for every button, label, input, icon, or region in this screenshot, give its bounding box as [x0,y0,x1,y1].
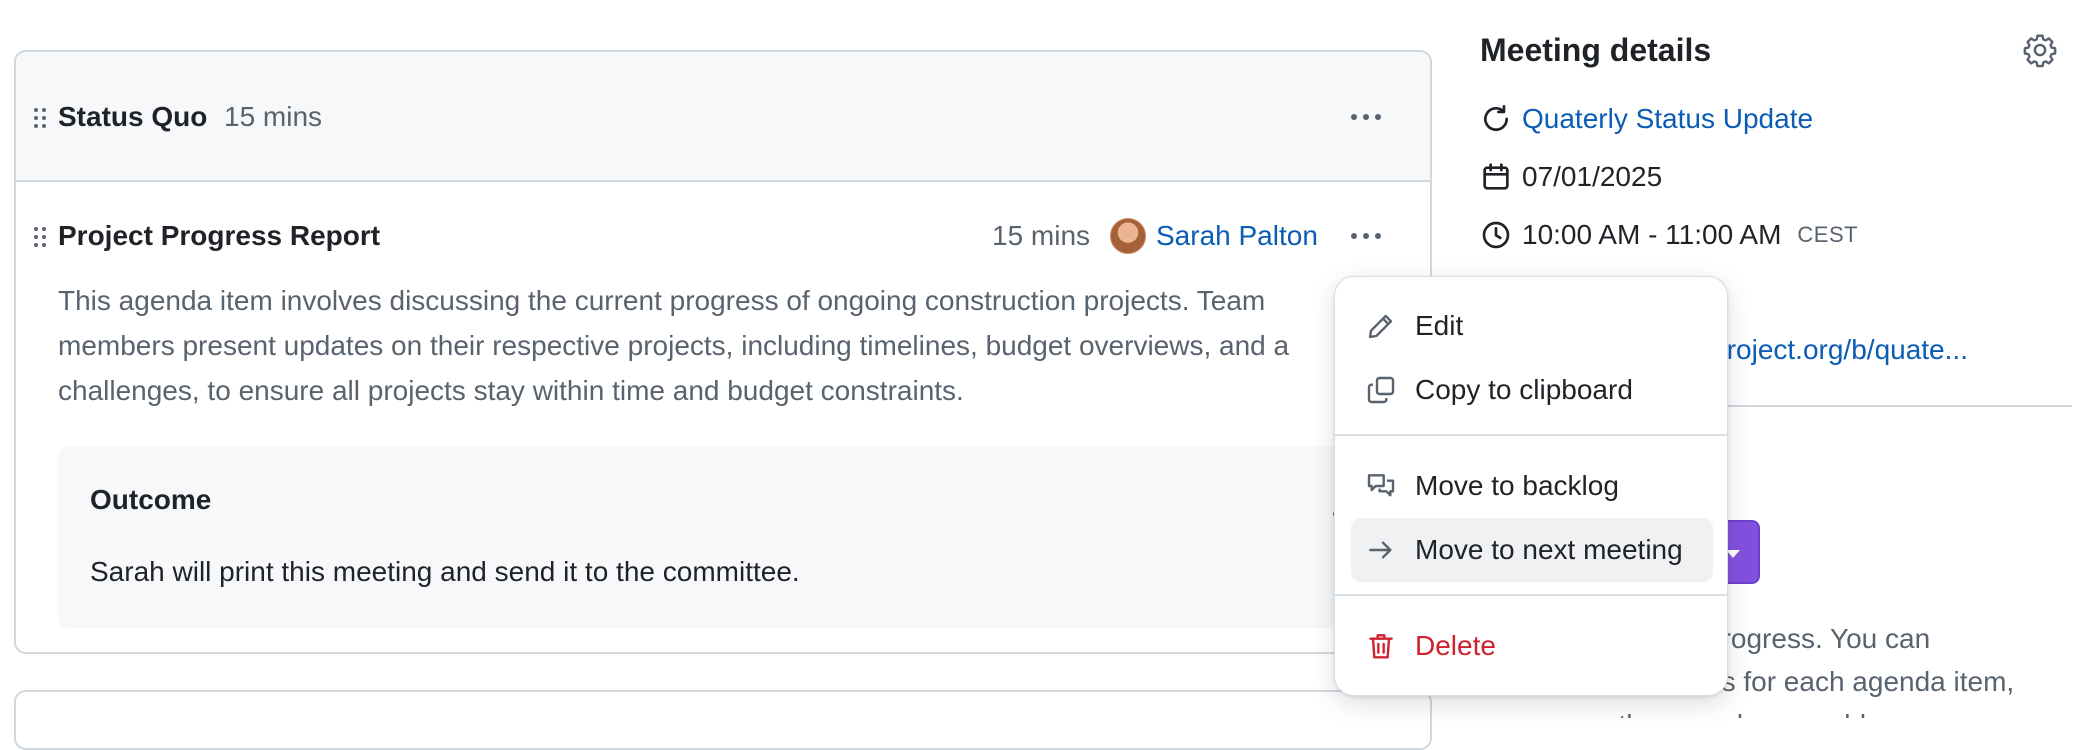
section-duration: 15 mins [224,101,323,132]
copy-icon [1367,376,1395,404]
arrow-right-icon [1369,541,1392,559]
agenda-item-description: This agenda item involves discussing the… [58,278,1418,413]
menu-item-copy[interactable]: Copy to clipboard [1351,358,1713,422]
help-line: re-arrange them, and even add new ones [1480,703,2070,718]
agenda-item-more-icon[interactable] [1342,216,1390,256]
chevron-down-icon [1726,550,1740,558]
meeting-date: 07/01/2025 [1522,161,1663,192]
series-row: Quaterly Status Update [1480,99,1813,139]
menu-item-label: Move to next meeting [1415,534,1683,565]
pencil-icon [1368,314,1393,339]
calendar-icon [1483,163,1509,190]
agenda-item-duration: 15 mins [992,220,1091,251]
presenter-link[interactable]: Sarah Palton [1156,220,1318,252]
menu-item-label: Delete [1415,630,1496,661]
section-header: Status Quo 15 mins [16,52,1430,182]
presenter-avatar [1110,218,1146,254]
description-line: challenges, to ensure all projects stay … [58,375,964,406]
menu-item-next-meeting[interactable]: Move to next meeting [1351,518,1713,582]
next-agenda-card [14,690,1432,750]
outcome-title: Outcome [90,484,212,515]
timezone-label: CEST [1797,222,1859,247]
trash-icon [1369,634,1393,659]
menu-item-label: Edit [1415,310,1464,341]
backlog-icon [1367,474,1395,497]
menu-item-delete[interactable]: Delete [1351,614,1713,678]
time-row: 10:00 AM - 11:00 AM CEST [1480,215,1858,255]
meeting-time: 10:00 AM - 11:00 AM [1522,219,1782,250]
description-line: This agenda item involves discussing the… [58,285,1266,316]
outcome-text: Sarah will print this meeting and send i… [90,556,800,587]
section-more-icon[interactable] [1342,97,1390,137]
drag-handle-icon[interactable] [34,227,46,251]
series-link[interactable]: Quaterly Status Update [1522,103,1813,135]
menu-item-label: Move to backlog [1415,470,1619,501]
menu-separator [1335,594,1727,596]
meeting-details-title: Meeting details [1480,32,1712,68]
description-line: members present updates on their respect… [58,330,1290,361]
menu-item-label: Copy to clipboard [1415,374,1633,405]
drag-handle-icon[interactable] [34,108,46,132]
menu-item-edit[interactable]: Edit [1351,294,1713,358]
outcome-box: Outcome Sarah will print this meeting an… [58,446,1416,628]
agenda-item-menu: Edit Copy to clipboard Move to backlog M… [1334,276,1728,696]
menu-item-backlog[interactable]: Move to backlog [1351,454,1713,518]
date-row: 07/01/2025 [1480,157,1662,197]
gear-icon[interactable] [2022,32,2058,68]
menu-separator [1335,434,1727,436]
agenda-item-title: Project Progress Report [58,220,381,251]
clock-icon [1482,221,1510,249]
section-title: Status Quo [58,101,208,132]
sync-icon [1484,105,1508,131]
agenda-card: Status Quo 15 mins Project Progress Repo… [14,50,1432,654]
